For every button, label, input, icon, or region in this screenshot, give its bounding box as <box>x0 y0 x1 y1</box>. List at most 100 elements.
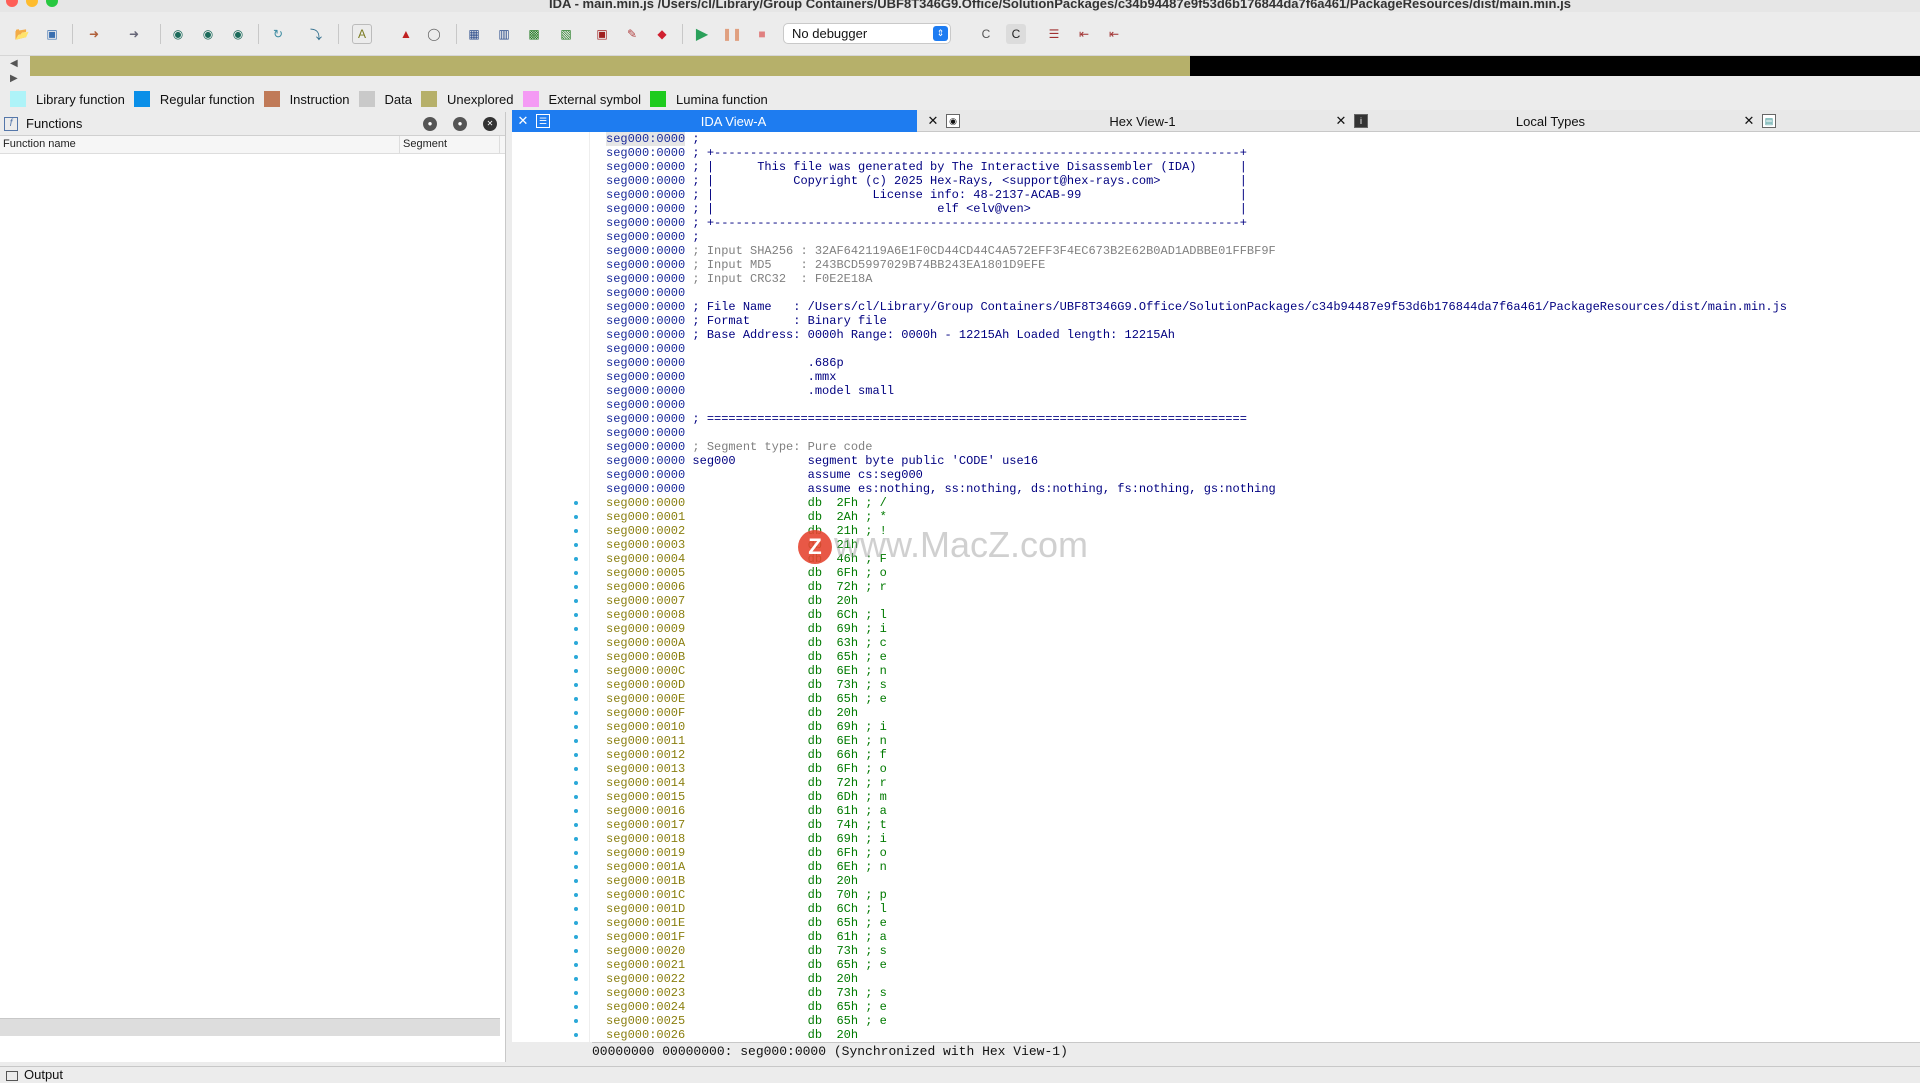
listing-line[interactable]: seg000:000A db 63h ; c <box>592 636 1920 650</box>
listing-line[interactable]: seg000:0021 db 65h ; e <box>592 958 1920 972</box>
listing-line[interactable]: seg000:0000 ; | This file was generated … <box>592 160 1920 174</box>
tab-ida-view-a[interactable]: ✕ ☰ IDA View-A <box>512 110 917 132</box>
listing-line[interactable]: seg000:0024 db 65h ; e <box>592 1000 1920 1014</box>
run-icon[interactable]: ▶ <box>692 24 712 44</box>
listing-line[interactable]: seg000:0011 db 6Eh ; n <box>592 734 1920 748</box>
listing-line[interactable]: seg000:001A db 6Eh ; n <box>592 860 1920 874</box>
column-function-name[interactable]: Function name <box>0 136 400 153</box>
navbar-empty-segment[interactable] <box>1190 56 1920 76</box>
listing-line[interactable]: seg000:0007 db 20h <box>592 594 1920 608</box>
nav-arrows[interactable]: ◀ ▶ <box>10 56 18 86</box>
listing-line[interactable]: seg000:001F db 61h ; a <box>592 930 1920 944</box>
panel-float-icon[interactable]: ● <box>453 116 467 131</box>
listing-line[interactable]: seg000:0008 db 6Ch ; l <box>592 608 1920 622</box>
code-area[interactable]: seg000:0000 ; seg000:0000 ; +------------… <box>592 132 1920 1042</box>
stop-sign-icon[interactable]: ◆ <box>652 24 672 44</box>
disassembly-listing[interactable]: seg000:0000 ; seg000:0000 ; +------------… <box>512 132 1920 1042</box>
listing-line[interactable]: seg000:0000 <box>592 286 1920 300</box>
listing-line[interactable]: seg000:0000 ; | Copyright (c) 2025 Hex-R… <box>592 174 1920 188</box>
step-into-icon[interactable]: ⤵ <box>306 24 326 44</box>
breakpoint-icon[interactable]: ▣ <box>592 24 612 44</box>
listing-line[interactable]: seg000:0015 db 6Dh ; m <box>592 790 1920 804</box>
listing-line[interactable]: seg000:0004 db 46h ; F <box>592 552 1920 566</box>
listing-line[interactable]: seg000:0000 .mmx <box>592 370 1920 384</box>
tab-local-types[interactable]: ✕ i Local Types <box>1328 110 1733 132</box>
close-icon[interactable]: ✕ <box>1334 113 1348 129</box>
listing-line[interactable]: seg000:0010 db 69h ; i <box>592 720 1920 734</box>
tab-add[interactable]: ✕ ▤ <box>1736 110 1920 132</box>
listing-line[interactable]: seg000:0000 ; Segment type: Pure code <box>592 440 1920 454</box>
text-icon[interactable]: A <box>352 24 372 44</box>
listing-line[interactable]: seg000:0006 db 72h ; r <box>592 580 1920 594</box>
listing-line[interactable]: seg000:000C db 6Eh ; n <box>592 664 1920 678</box>
listing-line[interactable]: seg000:0016 db 61h ; a <box>592 804 1920 818</box>
graph-icon[interactable]: ▲ <box>396 24 416 44</box>
stop-icon[interactable]: ■ <box>752 24 772 44</box>
listing-line[interactable]: seg000:0000 <box>592 342 1920 356</box>
listing-line[interactable]: seg000:0000 ; ==========================… <box>592 412 1920 426</box>
listing-line[interactable]: seg000:0000 assume cs:seg000 <box>592 468 1920 482</box>
listing-line[interactable]: seg000:0000 ; +-------------------------… <box>592 146 1920 160</box>
column-segment[interactable]: Segment <box>400 136 500 153</box>
listing-line[interactable]: seg000:0012 db 66h ; f <box>592 748 1920 762</box>
listing-line[interactable]: seg000:0013 db 6Fh ; o <box>592 762 1920 776</box>
listing-line[interactable]: seg000:0000 ; Format : Binary file <box>592 314 1920 328</box>
listing-line[interactable]: seg000:0000 <box>592 398 1920 412</box>
listing-line[interactable]: seg000:000F db 20h <box>592 706 1920 720</box>
enum-icon[interactable]: ▥ <box>494 24 514 44</box>
listing-line[interactable]: seg000:0002 db 21h ; ! <box>592 524 1920 538</box>
save-icon[interactable]: ▣ <box>42 24 62 44</box>
listing-line[interactable]: seg000:0000 ; +-------------------------… <box>592 216 1920 230</box>
listing-line[interactable]: seg000:0000 assume es:nothing, ss:nothin… <box>592 482 1920 496</box>
pseudocode-toggle-icon[interactable]: C <box>1006 24 1026 44</box>
listing-line[interactable]: seg000:0009 db 69h ; i <box>592 622 1920 636</box>
listing-line[interactable]: seg000:000D db 73h ; s <box>592 678 1920 692</box>
panel-close-icon[interactable]: ✕ <box>483 116 497 131</box>
xrefs-icon[interactable]: ▧ <box>556 24 576 44</box>
listing-line[interactable]: seg000:0000 ; File Name : /Users/cl/Libr… <box>592 300 1920 314</box>
listing-line[interactable]: seg000:001C db 70h ; p <box>592 888 1920 902</box>
pause-icon[interactable]: ❚❚ <box>722 24 742 44</box>
listing-line[interactable]: seg000:0000 db 2Fh ; / <box>592 496 1920 510</box>
struct-icon[interactable]: ▦ <box>464 24 484 44</box>
listing-line[interactable]: seg000:001E db 65h ; e <box>592 916 1920 930</box>
listing-line[interactable]: seg000:0000 seg000 segment byte public '… <box>592 454 1920 468</box>
listing-line[interactable]: seg000:0018 db 69h ; i <box>592 832 1920 846</box>
listing-line[interactable]: seg000:0000 ; <box>592 230 1920 244</box>
navbar-unexplored-segment[interactable] <box>30 56 1190 76</box>
list-view-icon[interactable]: ☰ <box>1044 24 1064 44</box>
patch-icon[interactable]: ✎ <box>622 24 642 44</box>
listing-line[interactable]: seg000:000E db 65h ; e <box>592 692 1920 706</box>
listing-line[interactable]: seg000:0000 .model small <box>592 384 1920 398</box>
listing-line[interactable]: seg000:0022 db 20h <box>592 972 1920 986</box>
tab-hex-view-1[interactable]: ✕ ◉ Hex View-1 <box>920 110 1325 132</box>
navigation-bar[interactable] <box>30 56 1920 76</box>
listing-line[interactable]: seg000:0017 db 74h ; t <box>592 818 1920 832</box>
listing-line[interactable]: seg000:0003 db 21h <box>592 538 1920 552</box>
panel-menu-icon[interactable]: ● <box>423 116 437 131</box>
close-icon[interactable]: ✕ <box>516 113 530 129</box>
listing-line[interactable]: seg000:0000 ; | License info: 48-2137-AC… <box>592 188 1920 202</box>
pseudocode-icon[interactable]: C <box>976 24 996 44</box>
listing-line[interactable]: seg000:0000 ; Base Address: 0000h Range:… <box>592 328 1920 342</box>
list-indent-icon[interactable]: ⇤ <box>1074 24 1094 44</box>
listing-line[interactable]: seg000:000B db 65h ; e <box>592 650 1920 664</box>
listing-line[interactable]: seg000:0000 ; Input CRC32 : F0E2E18A <box>592 272 1920 286</box>
close-icon[interactable]: ✕ <box>926 113 940 129</box>
listing-line[interactable]: seg000:0000 ; Input SHA256 : 32AF642119A… <box>592 244 1920 258</box>
listing-line[interactable]: seg000:0025 db 65h ; e <box>592 1014 1920 1028</box>
open-icon[interactable]: 📂 <box>12 24 32 44</box>
jump-forward-icon[interactable]: ➜ <box>124 24 144 44</box>
listing-line[interactable]: seg000:0014 db 72h ; r <box>592 776 1920 790</box>
listing-line[interactable]: seg000:001B db 20h <box>592 874 1920 888</box>
listing-line[interactable]: seg000:0023 db 73h ; s <box>592 986 1920 1000</box>
list-outdent-icon[interactable]: ⇤ <box>1104 24 1124 44</box>
functions-horizontal-scrollbar[interactable] <box>0 1018 500 1036</box>
output-panel-header[interactable]: Output <box>0 1066 1920 1083</box>
listing-line[interactable]: seg000:0000 .686p <box>592 356 1920 370</box>
listing-line[interactable]: seg000:0005 db 6Fh ; o <box>592 566 1920 580</box>
listing-line[interactable]: seg000:0000 ; <box>592 132 1920 146</box>
listing-line[interactable]: seg000:0020 db 73h ; s <box>592 944 1920 958</box>
navigate-icon-3[interactable]: ◉ <box>228 24 248 44</box>
listing-line[interactable]: seg000:0000 ; Input MD5 : 243BCD5997029B… <box>592 258 1920 272</box>
